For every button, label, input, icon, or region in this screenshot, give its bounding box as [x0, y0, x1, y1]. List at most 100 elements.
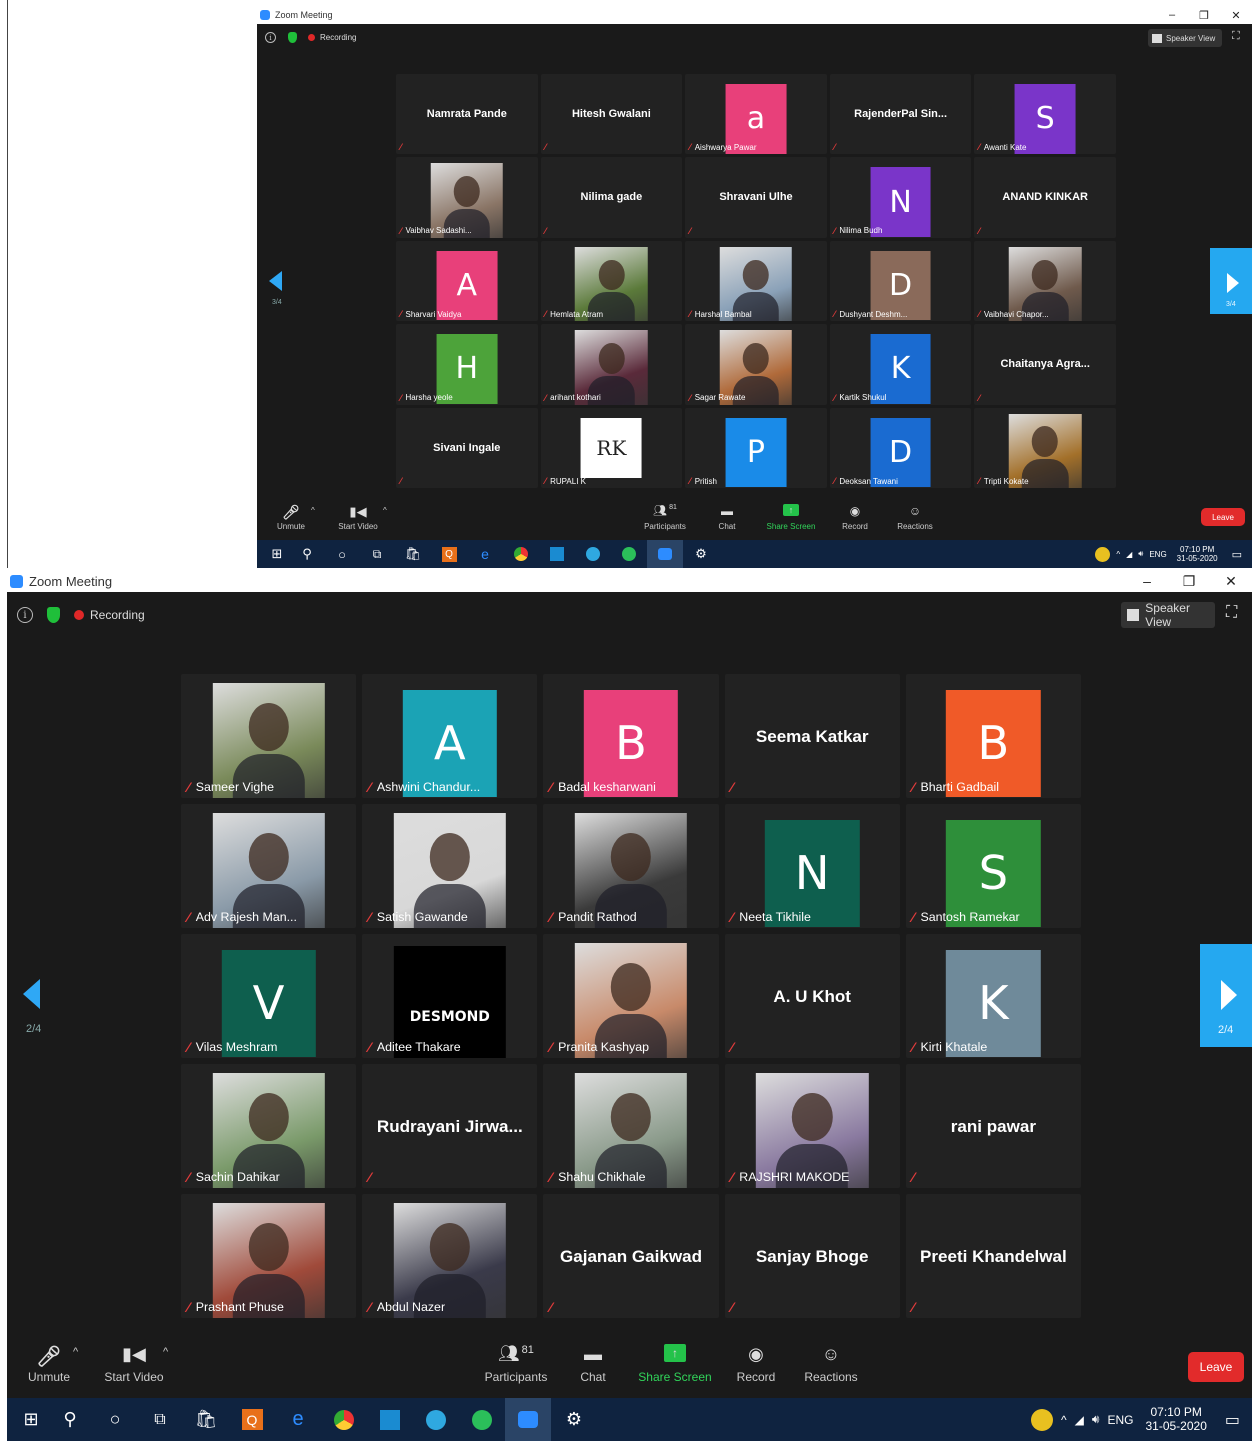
- participant-tile[interactable]: K ⁄ Kartik Shukul: [829, 324, 972, 405]
- telegram-icon[interactable]: [575, 547, 611, 561]
- participant-tile[interactable]: V ⁄ Vilas Meshram: [181, 934, 357, 1058]
- prev-page-button[interactable]: 3/4: [267, 266, 289, 316]
- participant-tile[interactable]: N ⁄ Nilima Budh: [829, 157, 972, 238]
- settings-icon[interactable]: ⚙: [683, 546, 719, 562]
- reactions-button[interactable]: ☺ Reactions: [893, 504, 937, 531]
- tray-expand-icon[interactable]: ^: [1116, 550, 1120, 559]
- language-indicator[interactable]: ENG: [1149, 550, 1166, 559]
- whatsapp-icon[interactable]: [459, 1409, 505, 1430]
- participant-tile[interactable]: Namrata Pande ⁄: [396, 74, 538, 155]
- record-button[interactable]: ◉ Record: [734, 1344, 778, 1384]
- participant-tile[interactable]: Chaitanya Agra... ⁄: [974, 324, 1116, 405]
- help-icon[interactable]: [1031, 1408, 1054, 1431]
- participant-tile[interactable]: Gajanan Gaikwad ⁄: [543, 1194, 719, 1318]
- participant-tile[interactable]: ⁄ Adv Rajesh Man...: [181, 804, 357, 928]
- participant-tile[interactable]: ⁄ Pandit Rathod: [543, 804, 719, 928]
- volume-icon[interactable]: 🔊︎: [1092, 1412, 1100, 1427]
- store-icon[interactable]: 🛍︎: [183, 1409, 229, 1430]
- reactions-button[interactable]: ☺ Reactions: [801, 1344, 861, 1384]
- video-options-chevron-icon[interactable]: ^: [163, 1346, 168, 1358]
- close-icon[interactable]: ✕: [1220, 9, 1252, 22]
- cortana-icon[interactable]: ○: [325, 547, 359, 562]
- fullscreen-icon[interactable]: ⛶: [1226, 604, 1237, 622]
- language-indicator[interactable]: ENG: [1107, 1413, 1133, 1427]
- next-page-button[interactable]: 3/4: [1210, 248, 1252, 314]
- participant-tile[interactable]: ⁄ Vaibhav Sadashi...: [396, 157, 538, 238]
- start-video-button[interactable]: ▮◀ Start Video: [335, 504, 381, 531]
- notifications-icon[interactable]: ▭: [1225, 1410, 1240, 1430]
- whatsapp-icon[interactable]: [611, 547, 647, 561]
- restore-icon[interactable]: ❐: [1168, 573, 1210, 590]
- chat-button[interactable]: ▬ Chat: [575, 1344, 611, 1384]
- participant-tile[interactable]: DESMOND ⁄ Aditee Thakare: [362, 934, 538, 1058]
- fullscreen-icon[interactable]: ⛶: [1232, 30, 1240, 43]
- app-icon[interactable]: [539, 547, 575, 561]
- prev-page-button[interactable]: 2/4: [19, 977, 53, 1037]
- participant-tile[interactable]: Hitesh Gwalani ⁄: [540, 74, 683, 155]
- participants-button[interactable]: 👥︎ 81 Participants: [481, 1344, 551, 1384]
- store-icon[interactable]: 🛍︎: [395, 546, 431, 562]
- participant-tile[interactable]: ⁄ arihant kothari: [540, 324, 683, 405]
- unmute-options-chevron-icon[interactable]: ^: [311, 506, 315, 515]
- unmute-options-chevron-icon[interactable]: ^: [73, 1346, 78, 1358]
- task-view-icon[interactable]: ⧉: [137, 1411, 183, 1429]
- participant-tile[interactable]: Rudrayani Jirwa... ⁄: [362, 1064, 538, 1188]
- participant-tile[interactable]: Nilima gade ⁄: [540, 157, 683, 238]
- share-screen-button[interactable]: ↑ Share Screen: [637, 1344, 713, 1384]
- restore-icon[interactable]: ❐: [1188, 9, 1220, 22]
- participant-tile[interactable]: ⁄ Harshal Bambal: [685, 240, 827, 322]
- edge-icon[interactable]: e: [275, 1408, 321, 1431]
- participant-tile[interactable]: A. U Khot ⁄: [724, 934, 900, 1058]
- participant-tile[interactable]: ⁄ RAJSHRI MAKODE: [724, 1064, 900, 1188]
- windows-start-icon[interactable]: ⊞: [15, 1409, 47, 1430]
- app-icon[interactable]: [367, 1409, 413, 1430]
- share-screen-button[interactable]: ↑ Share Screen: [763, 504, 819, 531]
- info-icon[interactable]: i: [17, 607, 33, 623]
- chat-button[interactable]: ▬ Chat: [712, 504, 742, 531]
- participant-tile[interactable]: ⁄ Tripti Kokate: [974, 407, 1116, 488]
- chrome-icon[interactable]: [503, 547, 539, 561]
- leave-button[interactable]: Leave: [1188, 1352, 1244, 1382]
- search-icon[interactable]: ⚲: [47, 1409, 93, 1430]
- participant-tile[interactable]: Sivani Ingale ⁄: [396, 407, 538, 488]
- participant-tile[interactable]: RK ⁄ RUPALI K: [540, 407, 683, 488]
- participant-tile[interactable]: rani pawar ⁄: [905, 1064, 1081, 1188]
- edge-icon[interactable]: e: [467, 546, 503, 562]
- minimize-icon[interactable]: –: [1156, 9, 1188, 21]
- participant-tile[interactable]: H ⁄ Harsha yeole: [396, 324, 538, 405]
- participant-tile[interactable]: ⁄ Vaibhavi Chapor...: [974, 240, 1116, 322]
- network-icon[interactable]: ◢: [1075, 1413, 1084, 1427]
- participant-tile[interactable]: ⁄ Satish Gawande: [362, 804, 538, 928]
- participants-button[interactable]: 👥︎ 81 Participants: [638, 504, 692, 531]
- participant-tile[interactable]: A ⁄ Ashwini Chandur...: [362, 674, 538, 798]
- participant-tile[interactable]: D ⁄ Dushyant Deshm...: [829, 240, 972, 322]
- clock[interactable]: 07:10 PM 31-05-2020: [1145, 1405, 1206, 1434]
- settings-icon[interactable]: ⚙: [551, 1409, 597, 1430]
- cortana-icon[interactable]: ○: [93, 1409, 137, 1430]
- shield-icon[interactable]: [47, 607, 60, 623]
- network-icon[interactable]: ◢: [1126, 550, 1132, 559]
- clock[interactable]: 07:10 PM 31-05-2020: [1177, 545, 1218, 563]
- quickbooks-icon[interactable]: Q: [431, 546, 467, 562]
- close-icon[interactable]: ✕: [1210, 573, 1252, 590]
- next-page-button[interactable]: 2/4: [1200, 944, 1252, 1047]
- zoom-taskbar-icon[interactable]: [505, 1398, 551, 1441]
- participant-tile[interactable]: Sanjay Bhoge ⁄: [724, 1194, 900, 1318]
- participant-tile[interactable]: ⁄ Hemlata Atram: [540, 240, 683, 322]
- participant-tile[interactable]: A ⁄ Sharvari Vaidya: [396, 240, 538, 322]
- participant-tile[interactable]: ⁄ Shahu Chikhale: [543, 1064, 719, 1188]
- participant-tile[interactable]: B ⁄ Bharti Gadbail: [905, 674, 1081, 798]
- participant-tile[interactable]: S ⁄ Santosh Ramekar: [905, 804, 1081, 928]
- participant-tile[interactable]: S ⁄ Awanti Kate: [974, 74, 1116, 155]
- search-icon[interactable]: ⚲: [289, 546, 325, 562]
- participant-tile[interactable]: K ⁄ Kirti Khatale: [905, 934, 1081, 1058]
- participant-tile[interactable]: Shravani Ulhe ⁄: [685, 157, 827, 238]
- help-icon[interactable]: [1095, 546, 1111, 562]
- windows-start-icon[interactable]: ⊞: [265, 546, 289, 562]
- speaker-view-button[interactable]: Speaker View: [1121, 601, 1215, 629]
- participant-tile[interactable]: P ⁄ Pritish: [685, 407, 827, 488]
- participant-tile[interactable]: ⁄ Pranita Kashyap: [543, 934, 719, 1058]
- participant-tile[interactable]: Preeti Khandelwal ⁄: [905, 1194, 1081, 1318]
- speaker-view-button[interactable]: Speaker View: [1148, 29, 1222, 47]
- zoom-taskbar-icon[interactable]: [647, 540, 683, 568]
